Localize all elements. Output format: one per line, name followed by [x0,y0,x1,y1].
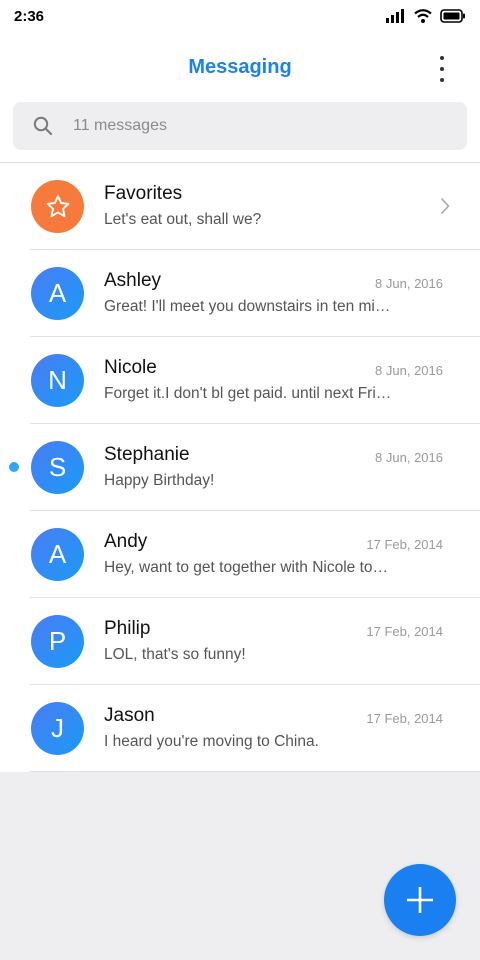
status-bar: 2:36 [0,0,480,36]
avatar: N [31,354,84,407]
wifi-icon [414,9,432,23]
more-vertical-icon[interactable] [434,56,450,82]
chevron-right-icon [440,197,450,215]
status-icons [386,9,466,23]
row-divider [30,771,480,772]
message-preview: Happy Birthday! [104,472,215,489]
message-preview: Hey, want to get together with Nicole to… [104,559,394,576]
search-area: 11 messages [0,102,480,162]
message-date: 8 Jun, 2016 [375,276,443,291]
contact-name: Andy [104,531,148,552]
conversation-list: Favorites Let's eat out, shall we? A Ashl… [0,163,480,772]
contact-name: Stephanie [104,444,190,465]
favorites-avatar [31,180,84,233]
contact-name: Favorites [104,183,183,204]
list-item[interactable]: P Philip 17 Feb, 2014 LOL, that's so funny! [0,598,480,685]
conversation-rows: A Ashley 8 Jun, 2016 Great! I'll meet you d… [0,250,480,772]
avatar: A [31,528,84,581]
message-preview: Forget it.I don't bl get paid. until nex… [104,385,394,402]
search-icon [33,116,53,136]
message-preview: LOL, that's so funny! [104,646,246,663]
compose-button[interactable] [384,864,456,936]
message-preview: Great! I'll meet you downstairs in ten m… [104,298,394,315]
avatar: J [31,702,84,755]
app-header: Messaging [0,36,480,102]
page-title: Messaging [188,56,292,78]
avatar: P [31,615,84,668]
list-item[interactable]: S Stephanie 8 Jun, 2016 Happy Birthday! [0,424,480,511]
list-item[interactable]: A Ashley 8 Jun, 2016 Great! I'll meet you d… [0,250,480,337]
unread-dot [9,462,19,472]
favorites-row[interactable]: Favorites Let's eat out, shall we? [0,163,480,250]
plus-icon [407,887,433,913]
battery-icon [440,9,465,23]
signal-icon [386,9,404,23]
avatar: A [31,267,84,320]
list-item[interactable]: A Andy 17 Feb, 2014 Hey, want to get togeth… [0,511,480,598]
message-date: 17 Feb, 2014 [366,624,443,639]
star-icon [46,194,69,217]
message-preview: Let's eat out, shall we? [104,211,262,228]
contact-name: Jason [104,705,155,726]
message-date: 8 Jun, 2016 [375,450,443,465]
contact-name: Ashley [104,270,162,291]
list-item[interactable]: N Nicole 8 Jun, 2016 Forget it.I don't bl g… [0,337,480,424]
search-placeholder: 11 messages [73,117,167,134]
search-input[interactable]: 11 messages [13,102,467,150]
message-preview: I heard you're moving to China. [104,733,319,750]
message-date: 17 Feb, 2014 [366,711,443,726]
status-time: 2:36 [14,8,45,25]
contact-name: Nicole [104,357,157,378]
message-date: 8 Jun, 2016 [375,363,443,378]
list-item[interactable]: J Jason 17 Feb, 2014 I heard you're moving … [0,685,480,772]
contact-name: Philip [104,618,151,639]
message-date: 17 Feb, 2014 [366,537,443,552]
avatar: S [31,441,84,494]
